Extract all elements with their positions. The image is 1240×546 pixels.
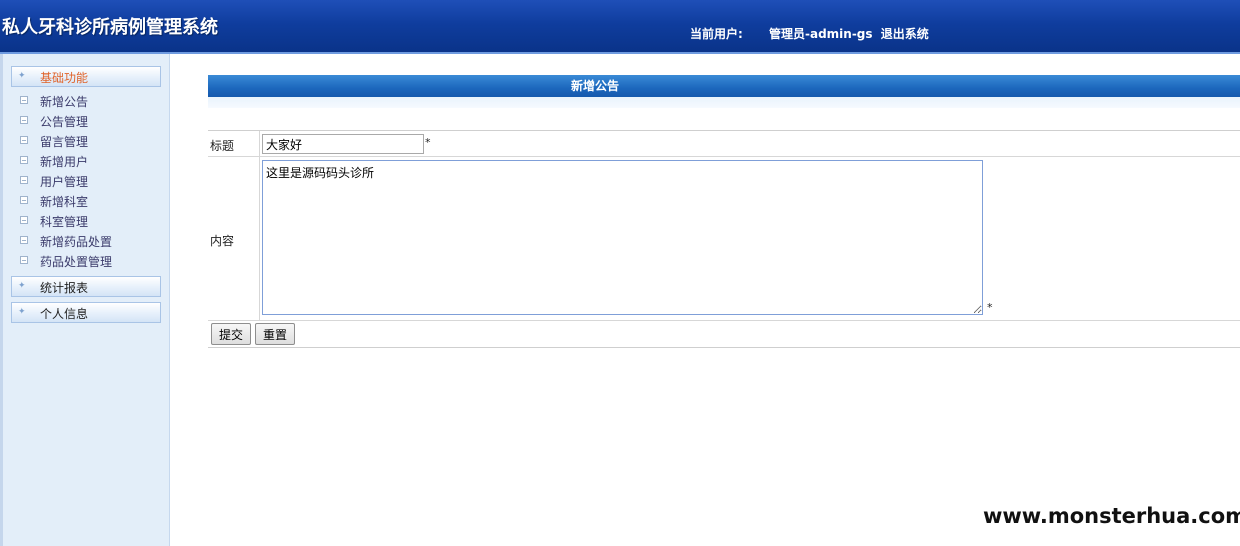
plus-icon: ✦: [18, 307, 26, 317]
app-title: 私人牙科诊所病例管理系统: [2, 17, 218, 38]
sidebar-group-profile[interactable]: ✦ 个人信息: [11, 302, 161, 323]
content-textarea[interactable]: 这里是源码码头诊所: [262, 160, 983, 315]
sidebar-item-drug-disposal-manage[interactable]: 药品处置管理: [20, 252, 160, 270]
collapse-icon: [20, 116, 28, 124]
user-area: 当前用户: 管理员-admin-gs 退出系统: [690, 25, 933, 42]
collapse-icon: [20, 196, 28, 204]
notice-form: 标题 * 内容 这里是源码码头诊所 * 提交 重置: [208, 130, 1240, 348]
collapse-icon: [20, 236, 28, 244]
sidebar-item-new-user[interactable]: 新增用户: [20, 152, 160, 170]
plus-icon: ✦: [18, 281, 26, 291]
sidebar-item-new-notice[interactable]: 新增公告: [20, 92, 160, 110]
sidebar-group-label: 统计报表: [40, 281, 89, 295]
sidebar-item-label: 药品处置管理: [40, 255, 113, 269]
logout-link[interactable]: 退出系统: [881, 27, 929, 41]
sidebar-group-label: 基础功能: [40, 71, 89, 85]
content-label: 内容: [210, 234, 235, 248]
sidebar-group-reports[interactable]: ✦ 统计报表: [11, 276, 161, 297]
watermark: www.monsterhua.com: [983, 504, 1240, 528]
sidebar: ✦ 基础功能 新增公告 公告管理 留言管理 新增用户 用户管理 新增科室 科室管…: [0, 54, 170, 546]
collapse-icon: [20, 256, 28, 264]
sidebar-group-label: 个人信息: [40, 307, 89, 321]
title-input[interactable]: [262, 134, 424, 154]
collapse-icon: [20, 136, 28, 144]
sidebar-item-user-manage[interactable]: 用户管理: [20, 172, 160, 190]
title-label: 标题: [210, 139, 235, 153]
sidebar-item-new-department[interactable]: 新增科室: [20, 192, 160, 210]
column-divider: [259, 131, 260, 320]
sidebar-item-label: 公告管理: [40, 115, 89, 129]
sidebar-item-message-manage[interactable]: 留言管理: [20, 132, 160, 150]
plus-icon: ✦: [18, 71, 26, 81]
sidebar-item-label: 新增公告: [40, 95, 89, 109]
sidebar-item-label: 留言管理: [40, 135, 89, 149]
panel-subbar: [208, 97, 1240, 108]
required-mark: *: [425, 136, 431, 149]
collapse-icon: [20, 176, 28, 184]
collapse-icon: [20, 156, 28, 164]
current-user-name: 管理员-admin-gs: [769, 27, 873, 41]
panel-title: 新增公告: [208, 75, 1240, 97]
sidebar-edge: [0, 54, 3, 546]
sidebar-item-notice-manage[interactable]: 公告管理: [20, 112, 160, 130]
current-user-label: 当前用户:: [690, 27, 743, 41]
sidebar-item-label: 科室管理: [40, 215, 89, 229]
sidebar-group-basic[interactable]: ✦ 基础功能: [11, 66, 161, 87]
row-divider: [208, 320, 1240, 321]
sidebar-item-label: 新增药品处置: [40, 235, 113, 249]
sidebar-item-label: 用户管理: [40, 175, 89, 189]
required-mark: *: [987, 301, 993, 314]
app-header: 私人牙科诊所病例管理系统 当前用户: 管理员-admin-gs 退出系统: [0, 0, 1240, 54]
sidebar-item-label: 新增用户: [40, 155, 89, 169]
sidebar-item-label: 新增科室: [40, 195, 89, 209]
sidebar-item-new-drug-disposal[interactable]: 新增药品处置: [20, 232, 160, 250]
submit-button[interactable]: 提交: [211, 323, 252, 345]
row-divider: [208, 156, 1240, 157]
collapse-icon: [20, 96, 28, 104]
sidebar-item-department-manage[interactable]: 科室管理: [20, 212, 160, 230]
reset-button[interactable]: 重置: [255, 323, 296, 345]
collapse-icon: [20, 216, 28, 224]
